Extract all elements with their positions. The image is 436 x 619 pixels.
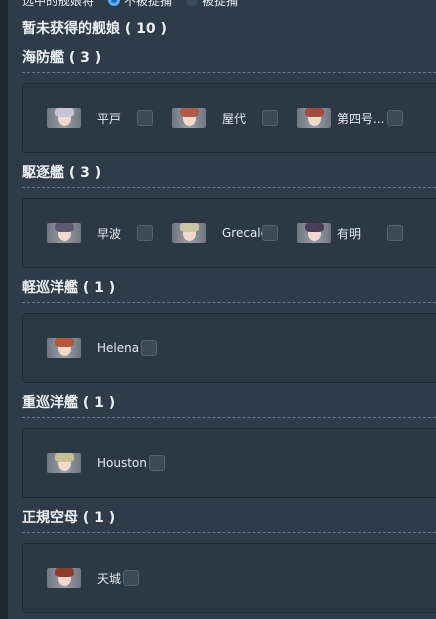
radio-off[interactable] — [186, 0, 199, 6]
ship-checkbox[interactable] — [387, 110, 403, 126]
ship-name: 屋代 — [222, 111, 247, 126]
ship-item: Houston — [47, 453, 165, 473]
ship-checkbox[interactable] — [137, 110, 153, 126]
ship-checkbox[interactable] — [141, 340, 158, 356]
category-header: 重巡洋艦 ( 1 ) — [22, 392, 436, 418]
category-header: 海防艦 ( 3 ) — [22, 47, 436, 73]
ship-item: 平戸 — [47, 108, 121, 128]
category-box: Helena — [22, 313, 436, 383]
ship-item: 第四号... — [297, 108, 384, 128]
ship-avatar — [47, 108, 81, 128]
ship-avatar — [47, 223, 81, 243]
ship-checkbox[interactable] — [262, 110, 278, 126]
filter-label: 选中的舰娘将 — [22, 0, 95, 8]
ship-name: 天城 — [97, 571, 122, 586]
avatar-hair — [55, 568, 74, 577]
avatar-hair — [55, 453, 74, 462]
ship-avatar — [172, 223, 206, 243]
ship-avatar — [47, 338, 81, 358]
ship-item: 屋代 — [172, 108, 246, 128]
ship-item: Grecale — [172, 223, 268, 243]
ship-name: 平戸 — [97, 111, 122, 126]
ship-item: 天城 — [47, 568, 140, 588]
ship-checkbox[interactable] — [387, 225, 403, 241]
avatar-hair — [180, 108, 199, 117]
ship-avatar — [47, 568, 81, 588]
category-header: 軽巡洋艦 ( 1 ) — [22, 277, 436, 303]
category-header: 駆逐艦 ( 3 ) — [22, 162, 436, 188]
category-box: 平戸 屋代 第四号... — [22, 83, 436, 153]
ship-name: Houston — [97, 456, 147, 470]
radio-on[interactable] — [108, 0, 121, 6]
ship-avatar — [47, 453, 81, 473]
avatar-hair — [55, 223, 74, 232]
radio-off-label[interactable]: 被捉捕 — [202, 0, 238, 9]
ship-name: 有明 — [337, 226, 362, 241]
ship-avatar — [297, 223, 331, 243]
ship-item: 早波 — [47, 223, 121, 243]
avatar-hair — [55, 338, 74, 347]
ship-checkbox[interactable] — [262, 225, 278, 241]
ship-name: Helena — [97, 341, 140, 355]
ship-checkbox[interactable] — [137, 225, 153, 241]
avatar-hair — [305, 223, 324, 232]
ship-checkbox[interactable] — [123, 570, 140, 586]
ship-item: Helena — [47, 338, 158, 358]
category-header: 正規空母 ( 1 ) — [22, 507, 436, 533]
ship-name: 早波 — [97, 226, 122, 241]
ship-name: 第四号... — [337, 111, 385, 126]
ship-checkbox[interactable] — [148, 455, 165, 471]
category-box: 早波 Grecale 有明 — [22, 198, 436, 268]
avatar-hair — [305, 108, 324, 117]
panel-edge — [0, 0, 8, 619]
ship-avatar — [297, 108, 331, 128]
filter-row: 选中的舰娘将 不被捉捕 被捉捕 — [22, 0, 238, 8]
avatar-hair — [55, 108, 74, 117]
ship-avatar — [172, 108, 206, 128]
page-title: 暂未获得的舰娘 ( 10 ) — [22, 21, 167, 37]
ship-item: 有明 — [297, 223, 361, 243]
radio-on-label[interactable]: 不被捉捕 — [124, 0, 172, 9]
avatar-hair — [180, 223, 199, 232]
category-box: 天城 — [22, 543, 436, 613]
category-box: Houston — [22, 428, 436, 498]
